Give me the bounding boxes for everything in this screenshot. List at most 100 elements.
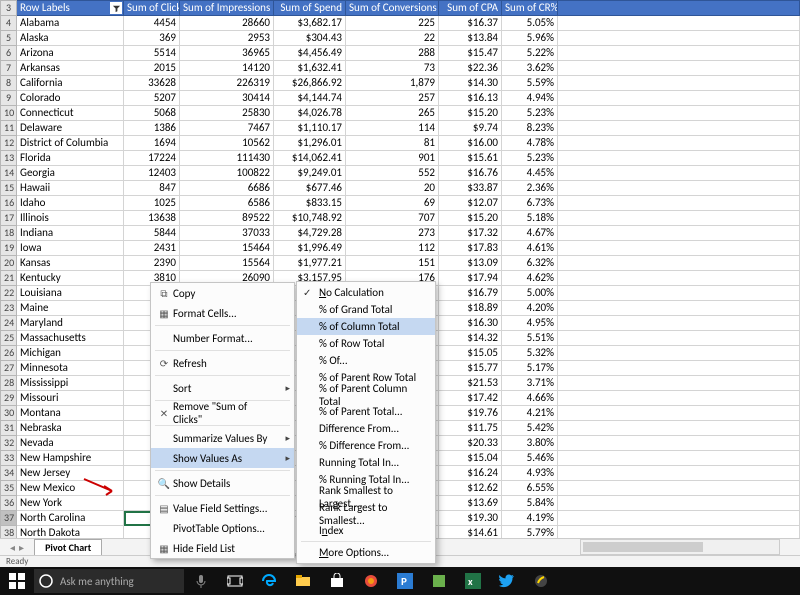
taskbar-app-circle-icon[interactable] [354, 567, 388, 595]
cell-cpa[interactable]: $15.47 [439, 46, 502, 61]
row-header-7[interactable]: 7 [1, 61, 17, 76]
cell-cpa[interactable]: $17.94 [439, 271, 502, 286]
row-header-14[interactable]: 14 [1, 166, 17, 181]
cell-cpa[interactable]: $15.20 [439, 211, 502, 226]
cell-cr[interactable]: 5.23% [502, 106, 558, 121]
cell-conversions[interactable]: 112 [346, 241, 439, 256]
row-header-10[interactable]: 10 [1, 106, 17, 121]
menu-refresh[interactable]: ⟳Refresh [151, 353, 294, 373]
cell-clicks[interactable]: 5514 [124, 46, 180, 61]
menu-pivottable-options[interactable]: PivotTable Options... [151, 518, 294, 538]
cell-impressions[interactable]: 14120 [180, 61, 274, 76]
cell-impressions[interactable]: 6686 [180, 181, 274, 196]
cell-clicks[interactable]: 2431 [124, 241, 180, 256]
cell-cr[interactable]: 3.62% [502, 61, 558, 76]
cell-cr[interactable]: 3.80% [502, 436, 558, 451]
cell-cpa[interactable]: $21.53 [439, 376, 502, 391]
header-clicks[interactable]: Sum of Clicks [124, 1, 180, 16]
cell-conversions[interactable]: 257 [346, 91, 439, 106]
cell-impressions[interactable]: 10562 [180, 136, 274, 151]
cell-cpa[interactable]: $12.62 [439, 481, 502, 496]
cell-cr[interactable]: 4.93% [502, 466, 558, 481]
cell-cpa[interactable]: $17.42 [439, 391, 502, 406]
cell-state[interactable]: Idaho [17, 196, 124, 211]
cell-clicks[interactable]: 33628 [124, 76, 180, 91]
cell-conversions[interactable]: 151 [346, 256, 439, 271]
cell-impressions[interactable]: 7467 [180, 121, 274, 136]
cell-impressions[interactable]: 25830 [180, 106, 274, 121]
taskbar-app-brush-icon[interactable] [524, 567, 558, 595]
cell-state[interactable]: Alabama [17, 16, 124, 31]
cell-conversions[interactable]: 73 [346, 61, 439, 76]
cell-cpa[interactable]: $13.84 [439, 31, 502, 46]
cell-state[interactable]: Indiana [17, 226, 124, 241]
cell-cr[interactable]: 5.59% [502, 76, 558, 91]
menu-summarize-values[interactable]: Summarize Values By [151, 428, 294, 448]
cell-state[interactable]: Maryland [17, 316, 124, 331]
cell-conversions[interactable]: 114 [346, 121, 439, 136]
cell-clicks[interactable]: 2390 [124, 256, 180, 271]
menu-remove-field[interactable]: ✕Remove "Sum of Clicks" [151, 403, 294, 423]
submenu-difference-from[interactable]: Difference From... [297, 420, 435, 437]
cell-cpa[interactable]: $18.89 [439, 301, 502, 316]
cell-cpa[interactable]: $16.30 [439, 316, 502, 331]
cell-cpa[interactable]: $13.69 [439, 496, 502, 511]
cell-spend[interactable]: $833.15 [274, 196, 346, 211]
cell-state[interactable]: Louisiana [17, 286, 124, 301]
cell-impressions[interactable]: 30414 [180, 91, 274, 106]
cell-impressions[interactable]: 15464 [180, 241, 274, 256]
cell-impressions[interactable]: 15564 [180, 256, 274, 271]
row-header-25[interactable]: 25 [1, 331, 17, 346]
cell-cpa[interactable]: $11.75 [439, 421, 502, 436]
submenu-percent-difference-from[interactable]: % Difference From... [297, 437, 435, 454]
cell-state[interactable]: Colorado [17, 91, 124, 106]
cell-clicks[interactable]: 2015 [124, 61, 180, 76]
cell-conversions[interactable]: 81 [346, 136, 439, 151]
cell-cr[interactable]: 4.20% [502, 301, 558, 316]
taskbar-excel[interactable]: x [456, 567, 490, 595]
cell-cr[interactable]: 4.62% [502, 271, 558, 286]
row-header-11[interactable]: 11 [1, 121, 17, 136]
row-header-24[interactable]: 24 [1, 316, 17, 331]
cell-state[interactable]: Kansas [17, 256, 124, 271]
cell-cr[interactable]: 5.05% [502, 16, 558, 31]
cell-spend[interactable]: $26,866.92 [274, 76, 346, 91]
cell-conversions[interactable]: 707 [346, 211, 439, 226]
cell-cr[interactable]: 3.71% [502, 376, 558, 391]
submenu-no-calculation[interactable]: ✓No Calculation [297, 284, 435, 301]
cell-spend[interactable]: $304.43 [274, 31, 346, 46]
row-header-28[interactable]: 28 [1, 376, 17, 391]
row-header-30[interactable]: 30 [1, 406, 17, 421]
horizontal-scrollbar[interactable] [580, 539, 780, 555]
menu-number-format[interactable]: Number Format... [151, 328, 294, 348]
cell-cpa[interactable]: $20.33 [439, 436, 502, 451]
cell-conversions[interactable]: 265 [346, 106, 439, 121]
cell-impressions[interactable]: 111430 [180, 151, 274, 166]
cell-cr[interactable]: 5.23% [502, 151, 558, 166]
row-header-34[interactable]: 34 [1, 466, 17, 481]
menu-show-values-as[interactable]: Show Values As [151, 448, 294, 468]
taskbar-file-explorer[interactable] [286, 567, 320, 595]
cell-cr[interactable]: 4.67% [502, 226, 558, 241]
cell-clicks[interactable]: 847 [124, 181, 180, 196]
row-header-21[interactable]: 21 [1, 271, 17, 286]
cell-state[interactable]: Florida [17, 151, 124, 166]
cell-cr[interactable]: 5.32% [502, 346, 558, 361]
cell-cr[interactable]: 5.96% [502, 31, 558, 46]
row-header-22[interactable]: 22 [1, 286, 17, 301]
cell-state[interactable]: Hawaii [17, 181, 124, 196]
row-header-19[interactable]: 19 [1, 241, 17, 256]
cell-cpa[interactable]: $15.04 [439, 451, 502, 466]
cell-state[interactable]: Mississippi [17, 376, 124, 391]
cell-cpa[interactable]: $16.24 [439, 466, 502, 481]
cell-state[interactable]: Iowa [17, 241, 124, 256]
cell-cpa[interactable]: $14.30 [439, 76, 502, 91]
cell-state[interactable]: New Hampshire [17, 451, 124, 466]
sheet-tab-pivot-chart[interactable]: Pivot Chart [34, 539, 102, 555]
sheet-nav-prev[interactable]: ▸ [19, 541, 24, 554]
header-conversions[interactable]: Sum of Conversions [346, 1, 439, 16]
row-header-5[interactable]: 5 [1, 31, 17, 46]
cell-impressions[interactable]: 2953 [180, 31, 274, 46]
row-header-8[interactable]: 8 [1, 76, 17, 91]
cell-state[interactable]: Nebraska [17, 421, 124, 436]
